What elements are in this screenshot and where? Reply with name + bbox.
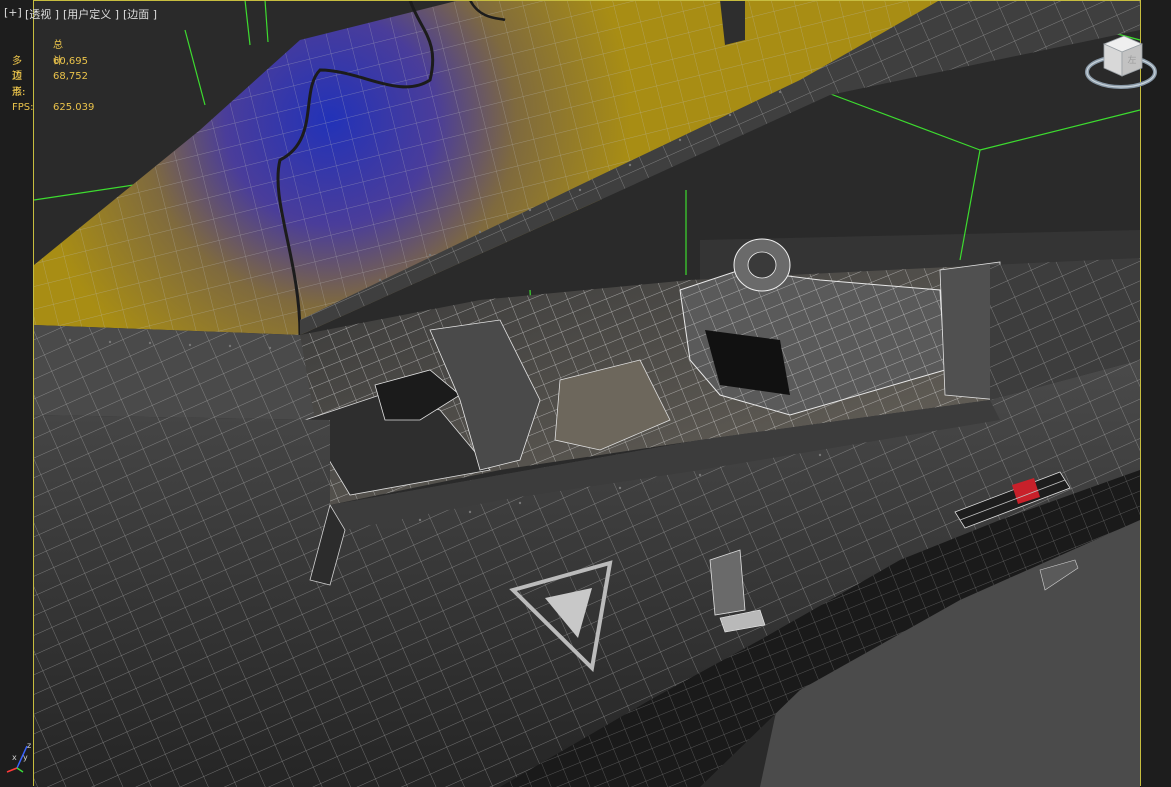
vertices-label: 顶点: <box>12 71 26 98</box>
axis-x-label: x <box>12 753 17 762</box>
viewport-edges-menu[interactable]: [边面 ] <box>123 6 157 22</box>
fps-label: FPS: <box>12 102 34 113</box>
fps-value: 625.039 <box>53 102 95 113</box>
viewport-plus-menu[interactable]: [+] <box>4 6 22 19</box>
viewcube-box-icon[interactable]: 左 <box>1102 35 1144 77</box>
axis-z-label: z <box>27 741 31 750</box>
axis-tripod-icon: x y z <box>6 741 31 773</box>
viewcube-face-label: 左 <box>1127 54 1136 66</box>
viewport-shading-menu[interactable]: [用户定义 ] <box>63 6 119 22</box>
canopy-rail <box>34 325 330 420</box>
polygons-value: 60,695 <box>53 55 88 67</box>
scene-render[interactable] <box>0 0 1171 787</box>
axis-y-label: y <box>23 753 28 762</box>
3d-viewport[interactable]: [+] [透视 ] [用户定义 ] [边面 ] 总计 多边形: 60,695 顶… <box>0 0 1171 787</box>
viewcube[interactable]: 左 <box>1084 32 1158 94</box>
viewport-view-menu[interactable]: [透视 ] <box>25 6 59 22</box>
vertices-value: 68,752 <box>53 71 88 82</box>
